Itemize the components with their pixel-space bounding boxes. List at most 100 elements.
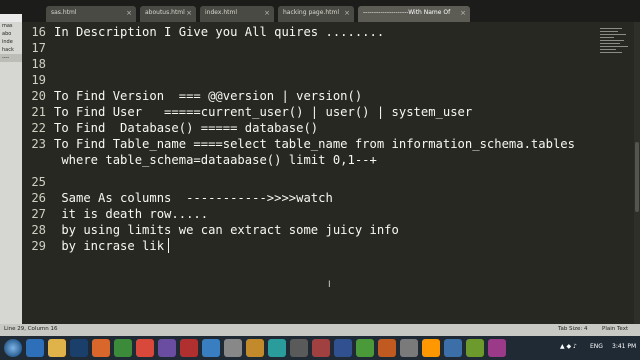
line-number: 16 [31, 25, 46, 39]
tray-icons[interactable]: ▲ ◆ ♪ [560, 343, 577, 350]
code-editor[interactable]: 16 In Description I Give you All quires .… [22, 22, 598, 324]
windows-taskbar: ▲ ◆ ♪ ENG 3:41 PM [0, 336, 640, 360]
line-number: 17 [31, 41, 46, 55]
close-icon[interactable]: × [264, 6, 270, 20]
line-number: 20 [31, 89, 46, 103]
app-icon[interactable] [114, 339, 132, 357]
line-text: To Find Database() ===== database() [54, 121, 319, 135]
app-icon[interactable] [334, 339, 352, 357]
sidebar-file[interactable]: hack [0, 46, 22, 54]
close-icon[interactable]: × [460, 6, 466, 20]
explorer-icon[interactable] [48, 339, 66, 357]
line-number: 18 [31, 57, 46, 71]
close-icon[interactable]: × [186, 6, 192, 20]
minimap-line [600, 52, 622, 53]
close-icon[interactable]: × [126, 6, 132, 20]
app-icon[interactable] [158, 339, 176, 357]
app-icon[interactable] [290, 339, 308, 357]
app-icon[interactable] [466, 339, 484, 357]
minimap-line [600, 31, 618, 32]
line-number: 19 [31, 73, 46, 87]
line-number: 26 [31, 191, 46, 205]
sidebar-file[interactable]: abo [0, 30, 22, 38]
line-number: 23 [31, 137, 46, 151]
line-text: To Find Version === @@version | version(… [54, 89, 363, 103]
code-line[interactable]: where table_schema=dataabase() limit 0,1… [22, 152, 598, 168]
mouse-ibeam-icon: I [328, 280, 331, 290]
tab-label: sas.html [51, 9, 77, 16]
code-line[interactable]: 28 by using limits we can extract some j… [22, 222, 598, 238]
language-indicator[interactable]: ENG [590, 343, 603, 350]
code-line[interactable]: 16 In Description I Give you All quires .… [22, 24, 598, 40]
code-line[interactable]: 21 To Find User =====current_user() | use… [22, 104, 598, 120]
tab-size-setting[interactable]: Tab Size: 4 [558, 326, 587, 332]
status-bar: Line 29, Column 16 Tab Size: 4 Plain Tex… [0, 324, 640, 336]
line-text: by using limits we can extract some juic… [54, 223, 399, 237]
syntax-setting[interactable]: Plain Text [602, 326, 628, 332]
chrome-icon[interactable] [136, 339, 154, 357]
line-text: it is death row..... [54, 207, 209, 221]
app-icon[interactable] [400, 339, 418, 357]
app-icon[interactable] [488, 339, 506, 357]
line-text: To Find User =====current_user() | user(… [54, 105, 473, 119]
minimap-line [600, 40, 624, 41]
app-icon[interactable] [356, 339, 374, 357]
file-sidebar: mas abo inde hack ---- [0, 14, 22, 324]
sublime-text-window: sas.html × aboutus.html × index.html × hack… [0, 0, 640, 360]
line-number: 27 [31, 207, 46, 221]
minimap-line [600, 46, 628, 47]
tab-label: aboutus.html [145, 9, 185, 16]
code-line[interactable]: 26 Same As columns ----------->>>>watch [22, 190, 598, 206]
code-line[interactable]: 29 by incrase lik [22, 238, 598, 254]
line-text: To Find Table_name ====select table_name… [54, 137, 575, 151]
sidebar-header [0, 14, 22, 22]
app-icon[interactable] [246, 339, 264, 357]
app-icon[interactable] [444, 339, 462, 357]
close-icon[interactable]: × [344, 6, 350, 20]
line-number: 25 [31, 175, 46, 189]
line-text: Same As columns ----------->>>>watch [54, 191, 333, 205]
tab-label: hacking page.html [283, 9, 339, 16]
tab-sas-html[interactable]: sas.html × [46, 6, 136, 22]
minimap-line [600, 28, 622, 29]
app-icon[interactable] [224, 339, 242, 357]
line-number: 29 [31, 239, 46, 253]
cursor-position: Line 29, Column 16 [4, 326, 58, 332]
line-number: 28 [31, 223, 46, 237]
code-line[interactable]: 19 [22, 72, 598, 88]
tab-bar: sas.html × aboutus.html × index.html × hack… [0, 0, 640, 30]
minimap-line [600, 37, 614, 38]
code-line[interactable]: 27 it is death row..... [22, 206, 598, 222]
tab-index-html[interactable]: index.html × [200, 6, 274, 22]
line-number: 21 [31, 105, 46, 119]
tab-aboutus-html[interactable]: aboutus.html × [140, 6, 196, 22]
code-line[interactable]: 23 To Find Table_name ====select table_na… [22, 136, 598, 152]
code-line[interactable]: 18 [22, 56, 598, 72]
firefox-icon[interactable] [92, 339, 110, 357]
app-icon[interactable] [180, 339, 198, 357]
app-icon[interactable] [378, 339, 396, 357]
line-number: 22 [31, 121, 46, 135]
tab-hacking-page-html[interactable]: hacking page.html × [278, 6, 354, 22]
tab-with-name-of-allah[interactable]: ---------------------With Name Of ALLAH× [358, 6, 470, 30]
line-text: In Description I Give you All quires ...… [54, 25, 385, 39]
vertical-scrollbar[interactable] [634, 22, 640, 324]
ie-icon[interactable] [26, 339, 44, 357]
sidebar-file[interactable]: ---- [0, 54, 22, 62]
sidebar-file[interactable]: inde [0, 38, 22, 46]
minimap[interactable] [598, 22, 632, 324]
start-button[interactable] [4, 339, 22, 357]
code-line[interactable]: 22 To Find Database() ===== database() [22, 120, 598, 136]
app-icon[interactable] [268, 339, 286, 357]
sublime-text-icon[interactable] [422, 339, 440, 357]
scrollbar-thumb[interactable] [635, 142, 639, 212]
clock[interactable]: 3:41 PM [612, 343, 636, 350]
minimap-line [600, 34, 626, 35]
app-icon[interactable] [312, 339, 330, 357]
photoshop-icon[interactable] [70, 339, 88, 357]
app-icon[interactable] [202, 339, 220, 357]
code-line[interactable]: 25 [22, 174, 598, 190]
code-line[interactable]: 20 To Find Version === @@version | versio… [22, 88, 598, 104]
code-line[interactable]: 17 [22, 40, 598, 56]
sidebar-file[interactable]: mas [0, 22, 22, 30]
